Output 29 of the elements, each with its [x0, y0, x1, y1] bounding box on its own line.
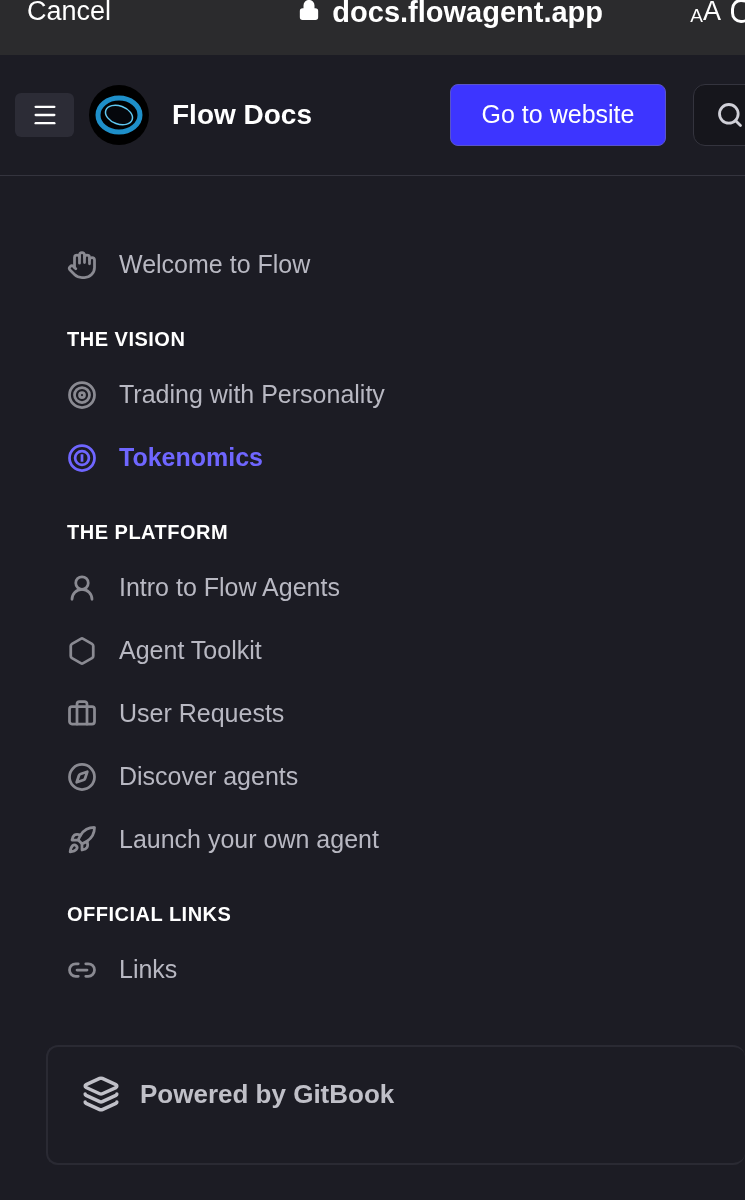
go-to-website-button[interactable]: Go to website	[450, 84, 666, 146]
cancel-link[interactable]: Cancel	[27, 0, 112, 25]
nav-item[interactable]: Trading with Personality	[67, 363, 745, 426]
section-heading: THE VISION	[67, 327, 187, 352]
nav-item[interactable]: Intro to Flow Agents	[67, 556, 745, 619]
logo-icon	[89, 85, 149, 145]
lock-icon	[298, 0, 321, 21]
url-text: docs.flowagent.app	[332, 0, 603, 27]
menu-button[interactable]	[15, 93, 74, 137]
section-heading: THE PLATFORM	[67, 520, 230, 545]
nav-item[interactable]: Agent Toolkit	[67, 619, 745, 682]
section-heading: OFFICIAL LINKS	[67, 902, 233, 927]
nav-item[interactable]: Links	[67, 938, 745, 1001]
layers-icon	[82, 1075, 120, 1113]
rocket-icon	[67, 824, 97, 855]
site-title: Flow Docs	[172, 98, 312, 132]
nav-item[interactable]: User Requests	[67, 682, 745, 745]
coin-icon	[67, 442, 97, 473]
compass-icon	[67, 761, 97, 792]
hexagon-icon	[67, 635, 97, 666]
nav-item[interactable]: Launch your own agent	[67, 808, 745, 871]
nav-item[interactable]: Welcome to Flow	[67, 233, 745, 296]
text-size-button[interactable]: AA	[690, 0, 721, 25]
nav-item[interactable]: Discover agents	[67, 745, 745, 808]
search-icon	[716, 101, 744, 129]
target-icon	[67, 379, 97, 410]
nav-item[interactable]: Tokenomics	[67, 426, 745, 489]
hand-icon	[67, 249, 97, 280]
powered-by-text: Powered by GitBook	[140, 1078, 395, 1111]
